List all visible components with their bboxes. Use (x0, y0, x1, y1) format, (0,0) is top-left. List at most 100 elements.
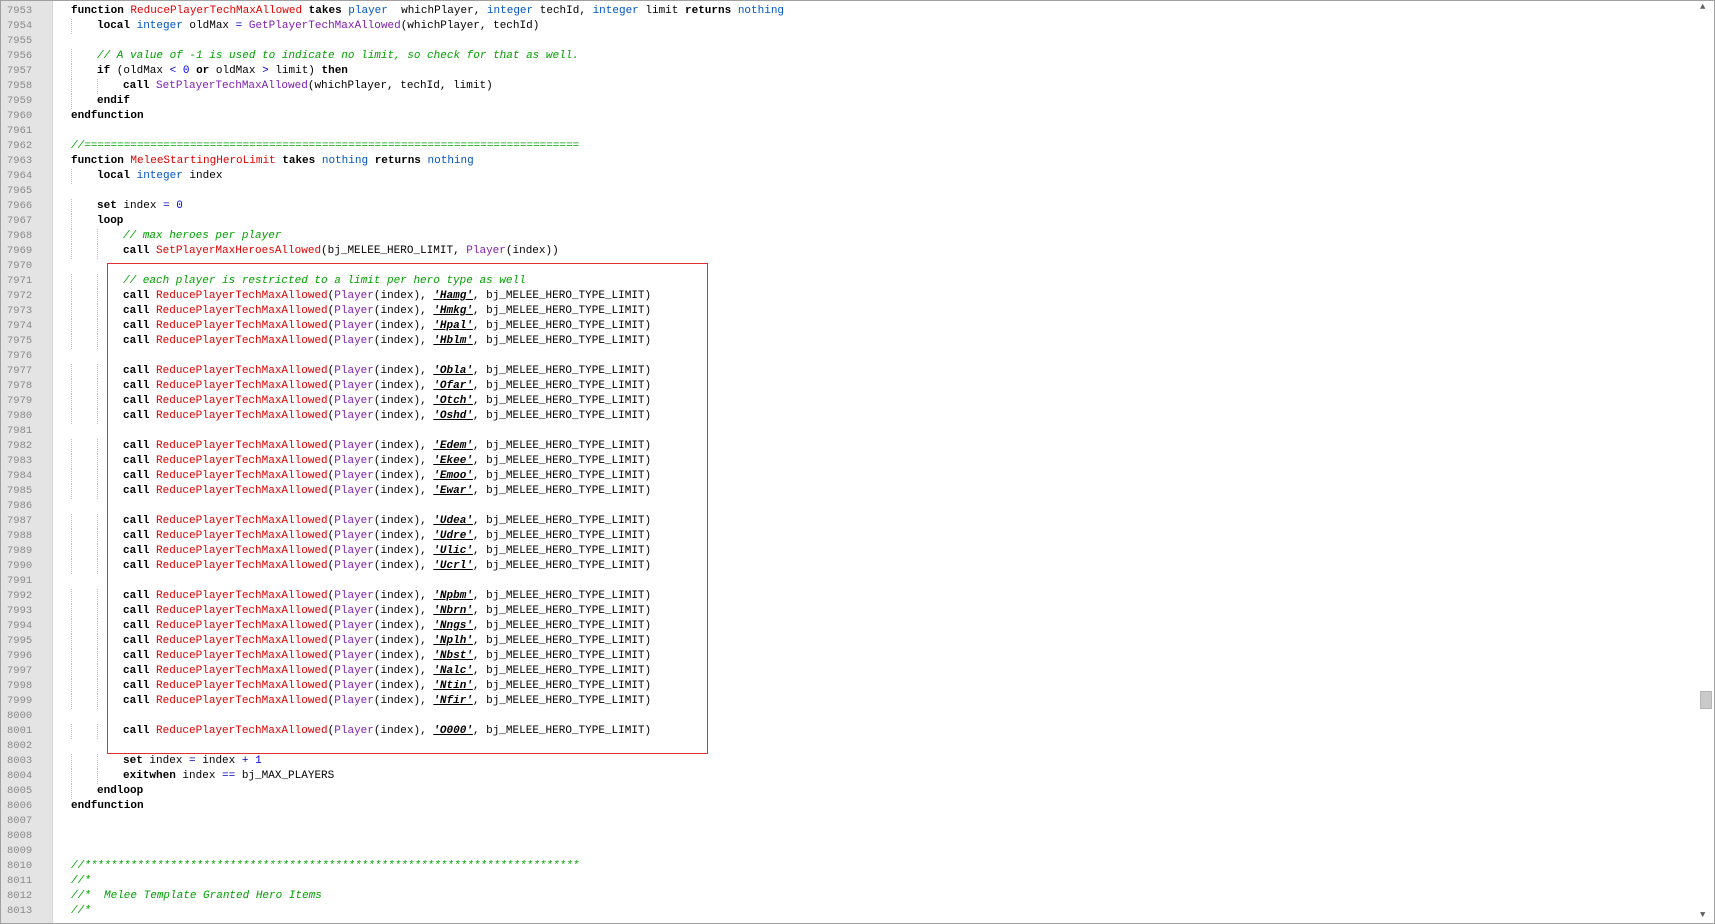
indent-guide (97, 304, 98, 319)
code-token: endfunction (71, 800, 144, 812)
code-editor-window: 7953 7954 7955 7956 7957 7958 7959 7960 7961 7962… (0, 0, 1715, 924)
line-number: 7990 (7, 560, 33, 572)
function-name: ReducePlayerTechMaxAllowed (156, 410, 328, 422)
function-name: ReducePlayerTechMaxAllowed (156, 620, 328, 632)
function-name: ReducePlayerTechMaxAllowed (156, 545, 328, 557)
code-text: function MeleeStartingHeroLimit takes no… (71, 155, 474, 167)
call-keyword: call (123, 395, 157, 407)
player-function: Player (334, 530, 374, 542)
code-token: or (196, 65, 210, 77)
code-text: //* Melee Template Granted Hero Items (71, 890, 322, 902)
scroll-down-arrow-icon[interactable]: ▼ (1700, 910, 1705, 920)
indent-guide (97, 454, 98, 469)
code-token: (index), (373, 680, 434, 692)
code-text: call ReducePlayerTechMaxAllowed(Player(i… (71, 485, 651, 497)
code-line: call ReducePlayerTechMaxAllowed(Player(i… (71, 559, 1694, 574)
code-line: //* Melee Template Granted Hero Items (71, 889, 1694, 904)
code-token: , bj_MELEE_HERO_TYPE_LIMIT) (472, 290, 652, 302)
player-function: Player (334, 320, 374, 332)
code-line: call ReducePlayerTechMaxAllowed(Player(i… (71, 334, 1694, 349)
code-token: then (321, 65, 348, 77)
code-line: call ReducePlayerTechMaxAllowed(Player(i… (71, 619, 1694, 634)
code-area[interactable]: function ReducePlayerTechMaxAllowed take… (71, 4, 1694, 919)
line-number: 8001 (7, 725, 33, 737)
line-number: 7968 (7, 230, 33, 242)
vertical-scrollbar[interactable]: ▲ ▼ (1697, 1, 1714, 923)
code-token: (index), (373, 290, 434, 302)
function-name: ReducePlayerTechMaxAllowed (156, 455, 328, 467)
code-token: if (97, 65, 111, 77)
code-token: == (222, 770, 236, 782)
indent-guide (71, 229, 72, 244)
indent-guide (71, 214, 72, 229)
line-number: 7987 (7, 515, 33, 527)
hero-id-literal: 'Nalc' (433, 665, 473, 677)
code-token: ReducePlayerTechMaxAllowed (130, 5, 303, 17)
code-text: //======================================… (71, 140, 579, 152)
line-number: 7996 (7, 650, 33, 662)
call-keyword: call (123, 440, 157, 452)
indent-guide (71, 619, 72, 634)
code-line: loop (71, 214, 1694, 229)
code-text: call ReducePlayerTechMaxAllowed(Player(i… (71, 620, 651, 632)
hero-id-literal: 'Obla' (433, 365, 473, 377)
code-text: call ReducePlayerTechMaxAllowed(Player(i… (71, 725, 651, 737)
line-number: 7974 (7, 320, 33, 332)
call-keyword: call (123, 335, 157, 347)
indent-guide (97, 619, 98, 634)
code-token: (index), (373, 410, 434, 422)
code-line: call ReducePlayerTechMaxAllowed(Player(i… (71, 514, 1694, 529)
code-token: function (71, 155, 131, 167)
code-text: // max heroes per player (71, 230, 281, 242)
code-text: call SetPlayerTechMaxAllowed(whichPlayer… (71, 80, 493, 92)
code-line: endfunction (71, 109, 1694, 124)
code-text: call ReducePlayerTechMaxAllowed(Player(i… (71, 470, 651, 482)
call-keyword: call (123, 725, 157, 737)
player-function: Player (334, 470, 374, 482)
code-line: call ReducePlayerTechMaxAllowed(Player(i… (71, 364, 1694, 379)
player-function: Player (334, 455, 374, 467)
line-number: 7991 (7, 575, 33, 587)
indent-guide (71, 409, 72, 424)
indent-guide (71, 514, 72, 529)
scrollbar-thumb[interactable] (1700, 691, 1712, 709)
code-token: returns (685, 5, 732, 17)
code-line: endloop (71, 784, 1694, 799)
indent-guide (97, 289, 98, 304)
indent-guide (97, 409, 98, 424)
code-token: integer (592, 5, 639, 17)
code-token: (index), (373, 605, 434, 617)
code-text: endfunction (71, 800, 144, 812)
code-line: call ReducePlayerTechMaxAllowed(Player(i… (71, 454, 1694, 469)
code-line: endif (71, 94, 1694, 109)
code-line: function ReducePlayerTechMaxAllowed take… (71, 4, 1694, 19)
scroll-up-arrow-icon[interactable]: ▲ (1700, 2, 1705, 12)
indent-guide (71, 289, 72, 304)
line-number: 7957 (7, 65, 33, 77)
hero-id-literal: 'O000' (433, 725, 473, 737)
function-name: ReducePlayerTechMaxAllowed (156, 365, 328, 377)
code-token: index (116, 200, 164, 212)
indent-guide (71, 634, 72, 649)
code-text: call ReducePlayerTechMaxAllowed(Player(i… (71, 590, 651, 602)
indent-guide (97, 439, 98, 454)
call-keyword: call (123, 380, 157, 392)
code-token: //* (71, 875, 91, 887)
line-number: 7960 (7, 110, 33, 122)
code-line: endfunction (71, 799, 1694, 814)
code-token: (index), (373, 395, 434, 407)
hero-id-literal: 'Ewar' (433, 485, 473, 497)
code-token: (index), (373, 380, 434, 392)
hero-id-literal: 'Nngs' (433, 620, 473, 632)
code-text: call ReducePlayerTechMaxAllowed(Player(i… (71, 695, 651, 707)
code-line: call ReducePlayerTechMaxAllowed(Player(i… (71, 724, 1694, 739)
code-token: bj_MAX_PLAYERS (235, 770, 335, 782)
line-number: 8008 (7, 830, 33, 842)
call-keyword: call (123, 485, 157, 497)
code-token: function (71, 5, 131, 17)
indent-guide (71, 394, 72, 409)
line-number: 7979 (7, 395, 33, 407)
